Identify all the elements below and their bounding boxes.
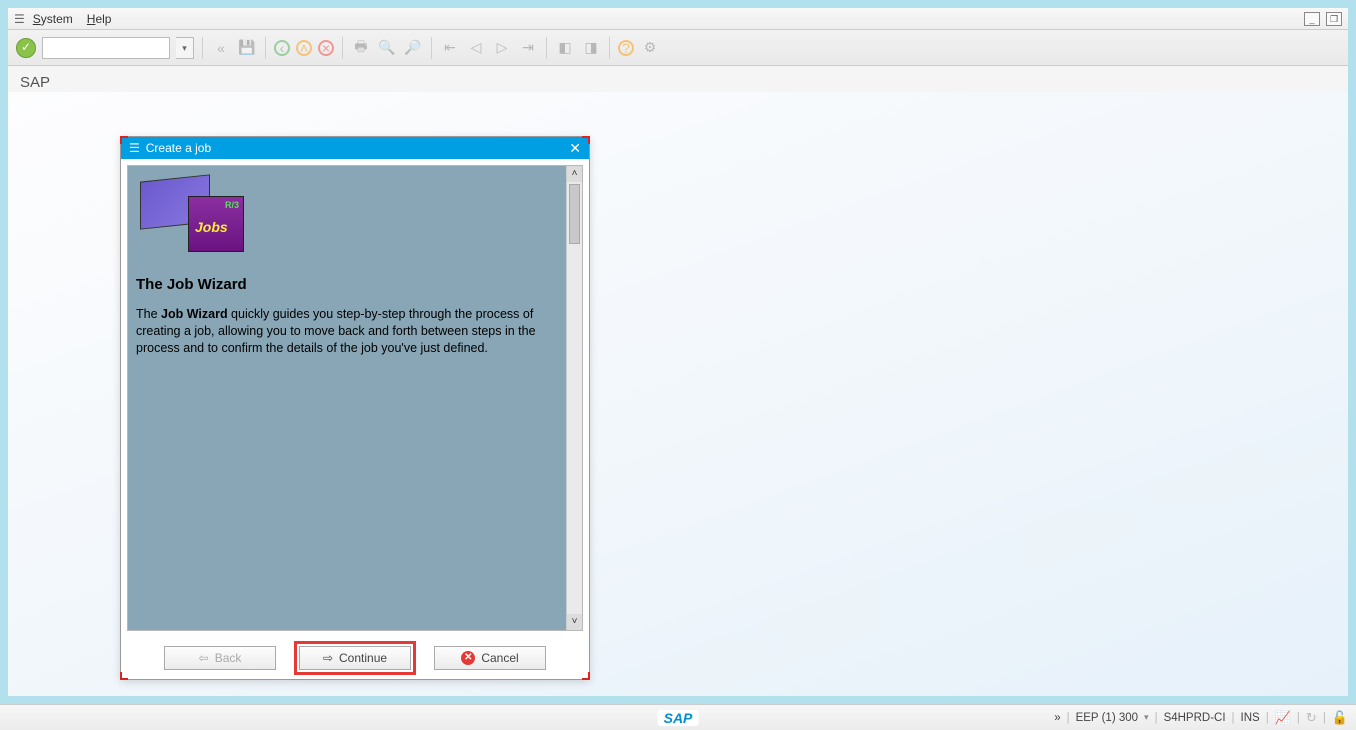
status-refresh-icon[interactable]: ↻ — [1306, 710, 1317, 726]
last-page-icon[interactable]: ⇥ — [518, 38, 538, 58]
create-job-dialog: ☰ Create a job ✕ R/3 Jobs The Job Wizard… — [120, 136, 590, 680]
dialog-title-icon: ☰ — [129, 141, 140, 155]
cancel-x-icon: ✕ — [461, 651, 475, 665]
scroll-down-icon[interactable]: ˅ — [567, 614, 582, 630]
dialog-title-text: Create a job — [146, 141, 211, 155]
menubar: ☰ System Help _ ❐ × — [8, 8, 1348, 30]
menu-help[interactable]: Help — [87, 12, 112, 26]
dialog-button-row: ⇦ Back ⇨ Continue ✕ Cancel — [121, 643, 589, 673]
save-icon[interactable]: 💾 — [237, 38, 257, 58]
settings-icon[interactable]: ⚙ — [640, 38, 660, 58]
command-dropdown[interactable]: ▾ — [176, 37, 194, 59]
minimize-button[interactable]: _ — [1304, 12, 1320, 26]
scroll-thumb[interactable] — [569, 184, 580, 244]
status-server: S4HPRD-CI — [1164, 712, 1226, 724]
back-arrow-icon: ⇦ — [199, 651, 209, 665]
status-mode: INS — [1241, 712, 1260, 724]
first-page-icon[interactable]: ⇤ — [440, 38, 460, 58]
status-system[interactable]: EEP (1) 300 — [1076, 712, 1138, 724]
shortcut-icon[interactable]: ◨ — [581, 38, 601, 58]
next-page-icon[interactable]: ▷ — [492, 38, 512, 58]
r3-label: R/3 — [225, 200, 239, 210]
new-session-icon[interactable]: ◧ — [555, 38, 575, 58]
workarea: ☰ Create a job ✕ R/3 Jobs The Job Wizard… — [8, 92, 1348, 696]
continue-button[interactable]: ⇨ Continue — [299, 646, 411, 670]
enter-button[interactable] — [16, 38, 36, 58]
statusbar: SAP » | EEP (1) 300 ▾ | S4HPRD-CI | INS … — [0, 704, 1356, 730]
continue-highlight: ⇨ Continue — [294, 641, 416, 675]
cancel-button[interactable]: ✕ Cancel — [434, 646, 546, 670]
dialog-close-button[interactable]: ✕ — [569, 140, 581, 157]
status-expand-icon[interactable]: » — [1054, 712, 1060, 724]
menu-system[interactable]: System — [33, 12, 73, 26]
back-circle-icon[interactable]: ‹ — [274, 40, 290, 56]
restore-button[interactable]: ❐ — [1326, 12, 1342, 26]
help-icon[interactable]: ? — [618, 40, 634, 56]
wizard-heading: The Job Wizard — [136, 276, 247, 293]
status-lock-icon[interactable]: 🔓 — [1332, 710, 1348, 726]
toolbar: ▾ « 💾 ‹ ˄ × 🖶 🔍 🔎 ⇤ ◁ ▷ ⇥ ◧ ◨ ? ⚙ — [8, 30, 1348, 66]
cancel-circle-icon[interactable]: × — [318, 40, 334, 56]
back-button[interactable]: ⇦ Back — [164, 646, 276, 670]
back-icon[interactable]: « — [211, 38, 231, 58]
wizard-text: The Job Wizard quickly guides you step-b… — [136, 306, 558, 357]
prev-page-icon[interactable]: ◁ — [466, 38, 486, 58]
scroll-up-icon[interactable]: ˄ — [567, 166, 582, 182]
status-system-dropdown-icon[interactable]: ▾ — [1144, 712, 1149, 723]
dialog-titlebar: ☰ Create a job ✕ — [121, 137, 589, 159]
app-menu-icon[interactable]: ☰ — [14, 12, 25, 26]
find-icon[interactable]: 🔍 — [377, 38, 397, 58]
exit-circle-icon[interactable]: ˄ — [296, 40, 312, 56]
status-graph-icon[interactable]: 📈 — [1275, 710, 1291, 726]
dialog-scrollbar[interactable]: ˄ ˅ — [566, 166, 582, 630]
wizard-image: R/3 Jobs — [140, 178, 244, 254]
dialog-body: R/3 Jobs The Job Wizard The Job Wizard q… — [127, 165, 583, 631]
find-next-icon[interactable]: 🔎 — [403, 38, 423, 58]
sap-logo: SAP — [658, 710, 699, 726]
continue-arrow-icon: ⇨ — [323, 651, 333, 665]
print-icon[interactable]: 🖶 — [351, 38, 371, 58]
command-field[interactable] — [42, 37, 170, 59]
jobs-label: Jobs — [195, 219, 228, 235]
